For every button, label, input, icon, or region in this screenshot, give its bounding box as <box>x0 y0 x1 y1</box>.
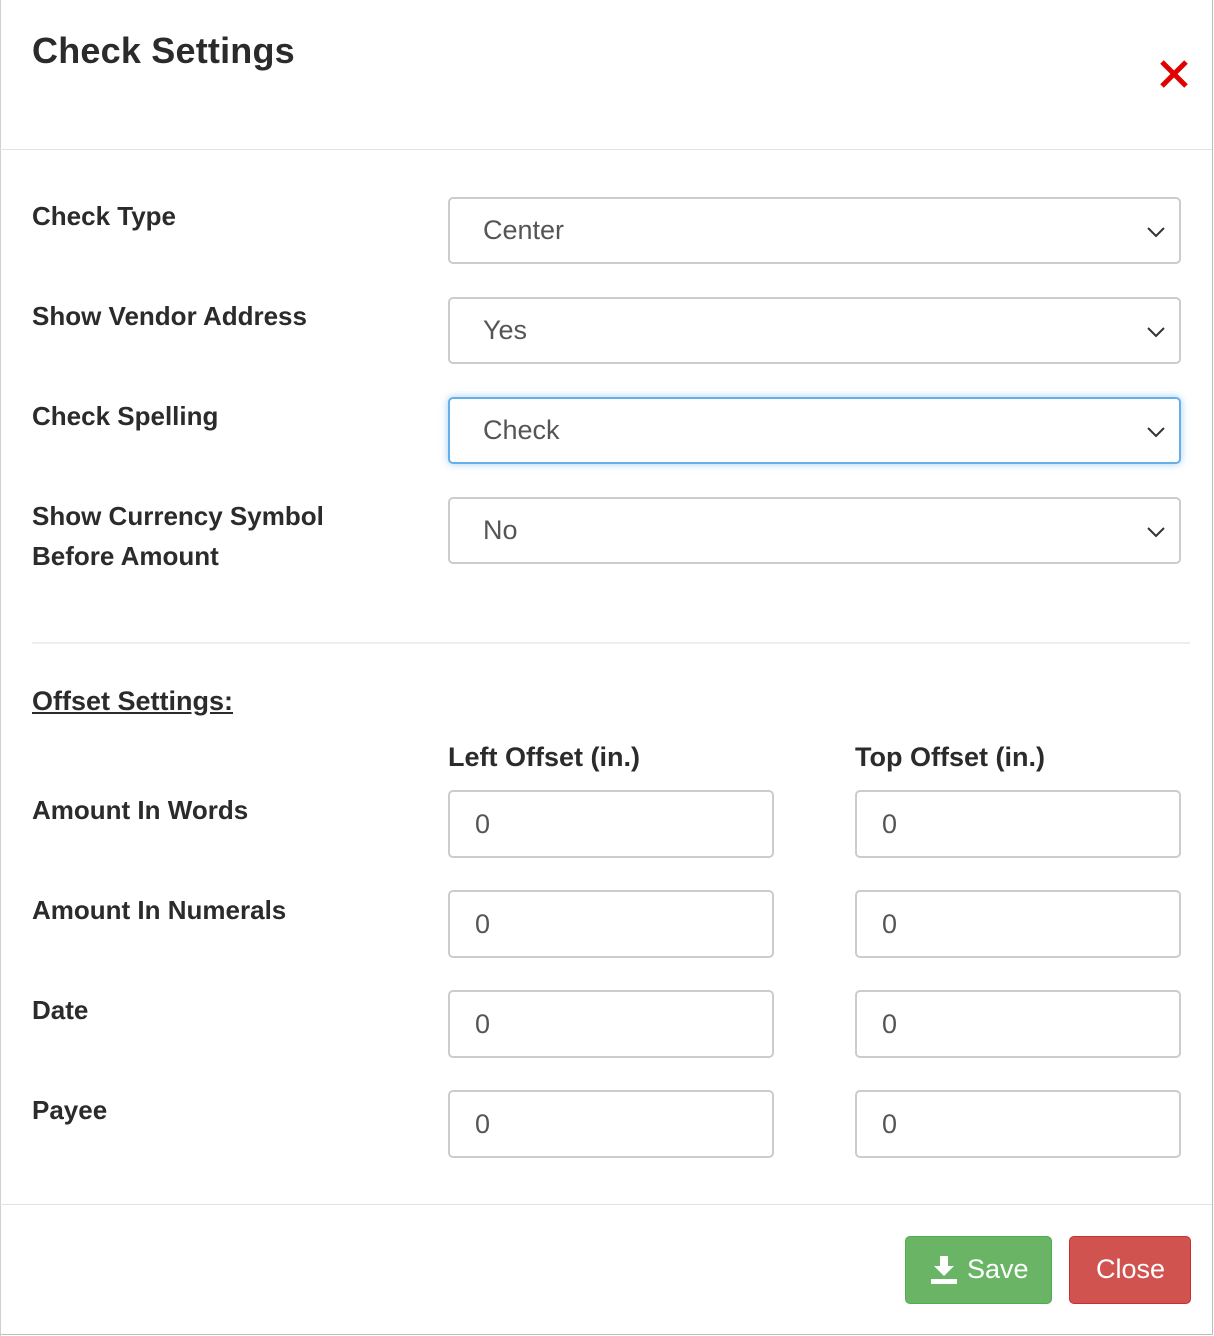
payee-top-input[interactable]: 0 <box>855 1090 1181 1158</box>
dialog-header: Check Settings <box>0 0 1212 150</box>
amount-in-words-label: Amount In Words <box>32 795 249 825</box>
check-type-value: Center <box>483 215 565 245</box>
show-currency-symbol-label-line2: Before Amount <box>32 541 219 571</box>
close-button[interactable]: Close <box>1069 1236 1191 1304</box>
check-spelling-value: Check <box>483 415 560 445</box>
close-x-icon[interactable] <box>1156 56 1192 92</box>
show-vendor-address-label: Show Vendor Address <box>32 301 307 331</box>
left-offset-header: Left Offset (in.) <box>448 742 640 772</box>
amount-in-words-left-input[interactable]: 0 <box>448 790 774 858</box>
show-currency-symbol-select[interactable]: No <box>448 497 1181 564</box>
show-currency-symbol-label-line1: Show Currency Symbol <box>32 501 324 531</box>
amount-in-numerals-top-input[interactable]: 0 <box>855 890 1181 958</box>
input-value: 0 <box>475 1109 491 1139</box>
date-left-input[interactable]: 0 <box>448 990 774 1058</box>
input-value: 0 <box>882 1109 898 1139</box>
close-label: Close <box>1096 1254 1166 1284</box>
payee-left-input[interactable]: 0 <box>448 1090 774 1158</box>
input-value: 0 <box>882 909 898 939</box>
date-top-input[interactable]: 0 <box>855 990 1181 1058</box>
show-vendor-address-select[interactable]: Yes <box>448 297 1181 364</box>
download-icon <box>931 1256 957 1284</box>
amount-in-numerals-label: Amount In Numerals <box>32 895 287 925</box>
check-spelling-label: Check Spelling <box>32 401 219 431</box>
show-vendor-address-value: Yes <box>483 315 528 345</box>
show-currency-symbol-value: No <box>483 515 518 545</box>
input-value: 0 <box>475 1009 491 1039</box>
check-type-label: Check Type <box>32 201 177 231</box>
amount-in-numerals-left-input[interactable]: 0 <box>448 890 774 958</box>
check-type-select[interactable]: Center <box>448 197 1181 264</box>
payee-label: Payee <box>32 1095 108 1125</box>
input-value: 0 <box>882 1009 898 1039</box>
check-settings-dialog: Check Settings Check Type Center Show Ve… <box>0 0 1213 1336</box>
save-label: Save <box>967 1254 1029 1284</box>
dialog-footer-divider <box>0 1204 1212 1205</box>
chevron-down-icon <box>1147 227 1165 238</box>
dialog-left-edge <box>0 0 1 1336</box>
input-value: 0 <box>475 909 491 939</box>
chevron-down-icon <box>1147 527 1165 538</box>
save-button[interactable]: Save <box>905 1236 1052 1304</box>
dialog-title: Check Settings <box>32 30 295 71</box>
chevron-down-icon <box>1147 427 1165 438</box>
date-label: Date <box>32 995 89 1025</box>
check-spelling-select[interactable]: Check <box>448 397 1181 464</box>
input-value: 0 <box>882 809 898 839</box>
input-value: 0 <box>475 809 491 839</box>
show-currency-symbol-label: Show Currency Symbol Before Amount <box>32 496 324 576</box>
top-offset-header: Top Offset (in.) <box>855 742 1045 772</box>
offset-settings-title: Offset Settings: <box>32 686 234 716</box>
section-divider <box>32 642 1190 644</box>
amount-in-words-top-input[interactable]: 0 <box>855 790 1181 858</box>
chevron-down-icon <box>1147 327 1165 338</box>
